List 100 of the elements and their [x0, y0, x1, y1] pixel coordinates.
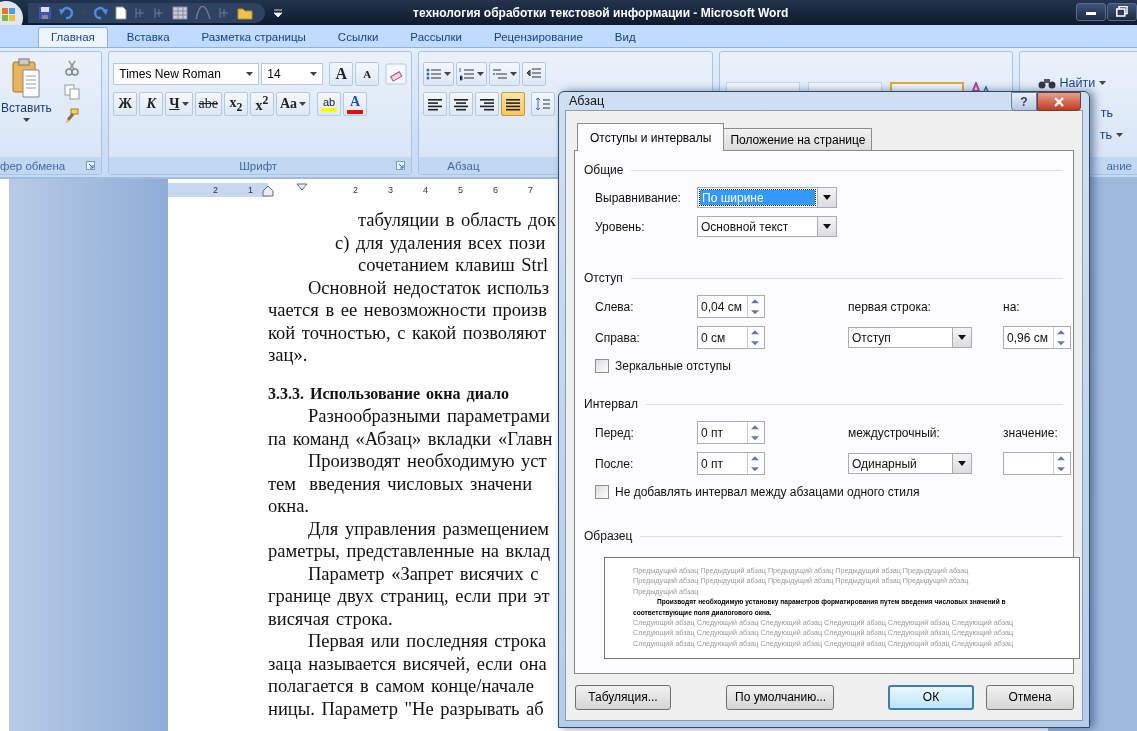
cut-icon[interactable] [64, 60, 79, 76]
caret-icon[interactable] [22, 118, 30, 123]
field-label: значение: [1003, 425, 1059, 440]
line-spacing-button[interactable] [531, 92, 556, 116]
spin-field[interactable]: 0,96 см [1003, 326, 1071, 349]
dialog-button[interactable]: Отмена [986, 684, 1074, 710]
ribbon-tab[interactable]: Вставка [113, 27, 183, 47]
ribbon-tab[interactable]: Разметка страницы [188, 27, 319, 47]
format-button[interactable]: Ч [165, 92, 193, 116]
restore-button[interactable] [1107, 2, 1137, 21]
format-button[interactable]: К [139, 92, 164, 116]
font-size-field[interactable]: 14 [261, 63, 324, 85]
caret-icon [1099, 80, 1107, 86]
format-button[interactable]: abe [194, 92, 222, 116]
font-color-button[interactable]: A [343, 92, 368, 116]
field-label: на: [1003, 299, 1021, 314]
spin-field[interactable]: 0 см [697, 326, 765, 349]
dialog-title: Абзац [569, 94, 605, 108]
text-line: полагается в самом конце/начале [268, 675, 534, 698]
line-spacing-icon [535, 97, 552, 111]
dropdown-field[interactable]: Отступ [848, 327, 972, 348]
first-line-indent-marker-icon[interactable] [296, 183, 308, 193]
format-button[interactable]: Ж [113, 92, 138, 116]
align-justify-button[interactable] [501, 92, 526, 116]
dialog-button[interactable]: По умолчанию... [726, 684, 834, 710]
close-icon [1053, 96, 1065, 107]
decrease-indent-button[interactable] [522, 62, 547, 86]
checkbox-label: Не добавлять интервал между абзацами одного стиля [615, 485, 920, 499]
format-painter-icon[interactable] [63, 108, 80, 124]
field-label: Справа: [595, 330, 641, 345]
dropdown-field[interactable]: Основной текст [697, 216, 837, 237]
customize-icon[interactable] [273, 7, 283, 18]
dialog-launcher-icon[interactable] [86, 161, 96, 170]
ribbon-tab[interactable]: Главная [38, 27, 108, 47]
align-left-button[interactable] [423, 92, 448, 116]
text-line: ницы. Параметр "Не разрывать аб [268, 697, 544, 720]
redo-icon[interactable] [94, 5, 108, 20]
text-line: Параметр «Запрет висячих с [308, 562, 539, 585]
field-label: Уровень: [595, 219, 646, 234]
multilevel-list-button[interactable] [489, 62, 521, 86]
text-line: сочетанием клавиш Strl [358, 254, 549, 277]
text-line: с) для удаления всех пози [335, 231, 546, 254]
text-line: Для управления размещением [308, 517, 550, 540]
dialog-launcher-icon[interactable] [396, 161, 406, 170]
dialog-button[interactable]: ОК [888, 684, 974, 710]
close-button[interactable] [1037, 92, 1081, 111]
field-label: междустрочный: [848, 425, 941, 440]
spin-field[interactable]: 0,04 см [697, 295, 765, 318]
ribbon-tab[interactable]: Вид [601, 27, 649, 47]
window-title: технология обработки текстовой информации - Microsoft Word [413, 5, 789, 20]
find-button[interactable]: Найти [1019, 52, 1137, 90]
select-button[interactable]: ть [1099, 128, 1137, 142]
spin-field[interactable]: 0 пт [697, 421, 765, 444]
paste-button[interactable]: Вставить [1, 101, 52, 115]
bullets-button[interactable] [423, 62, 455, 86]
dialog-button[interactable]: Табуляция... [575, 684, 671, 710]
dialog-tab[interactable]: Положение на странице [723, 128, 873, 150]
dropdown-field[interactable]: Одинарный [848, 453, 972, 474]
section-heading: Общие [584, 163, 624, 177]
format-button[interactable]: x$^{2}$ [250, 92, 274, 116]
text-line: раметры, представленные на вклад [268, 540, 551, 563]
caret-icon [477, 71, 485, 77]
new-document-icon[interactable] [115, 5, 127, 20]
grow-font-button[interactable]: A [329, 62, 354, 86]
save-icon[interactable] [38, 5, 52, 20]
paste-icon[interactable] [11, 58, 42, 98]
field-label: Слева: [595, 299, 635, 314]
minimize-button[interactable] [1076, 2, 1106, 21]
ribbon-tab[interactable]: Рассылки [397, 27, 475, 47]
font-name-field[interactable]: Times New Roman [113, 63, 260, 85]
text-line: Первая или последняя строка [308, 630, 547, 653]
align-center-button[interactable] [449, 92, 474, 116]
text-line: границе двух страниц, если при эт [268, 585, 550, 608]
table-icon[interactable] [172, 5, 188, 20]
ribbon-tab[interactable]: Рецензирование [481, 27, 596, 47]
spin-field[interactable]: 0 пт [697, 452, 765, 475]
align-right-button[interactable] [475, 92, 500, 116]
clear-formatting-icon[interactable] [385, 63, 408, 85]
dialog-tab[interactable]: Отступы и интервалы [577, 123, 725, 151]
shrink-font-button[interactable]: A [355, 62, 380, 86]
ribbon-tab[interactable]: Ссылки [324, 27, 392, 47]
checkbox[interactable] [595, 485, 609, 499]
help-button[interactable]: ? [1011, 92, 1037, 111]
checkbox-label: Зеркальные отступы [615, 359, 731, 373]
text-line: висячая строка. [268, 607, 393, 630]
checkbox[interactable] [595, 359, 609, 373]
format-button[interactable]: Aa [276, 92, 311, 116]
text-line: табуляции в область док [358, 209, 556, 232]
hanging-indent-marker-icon[interactable] [262, 183, 274, 197]
group-label: Абзац [447, 159, 480, 172]
replace-button[interactable]: ть [1100, 106, 1137, 120]
highlight-button[interactable]: ab [317, 92, 342, 116]
section-heading: Образец [584, 529, 633, 543]
format-button[interactable]: x$_{2}$ [224, 92, 248, 116]
numbering-button[interactable] [456, 62, 488, 86]
undo-icon[interactable] [59, 5, 73, 20]
folder-icon[interactable] [237, 5, 253, 20]
caret-icon [310, 71, 318, 77]
decrease-indent-icon [526, 67, 543, 81]
spin-field[interactable] [1003, 452, 1071, 475]
